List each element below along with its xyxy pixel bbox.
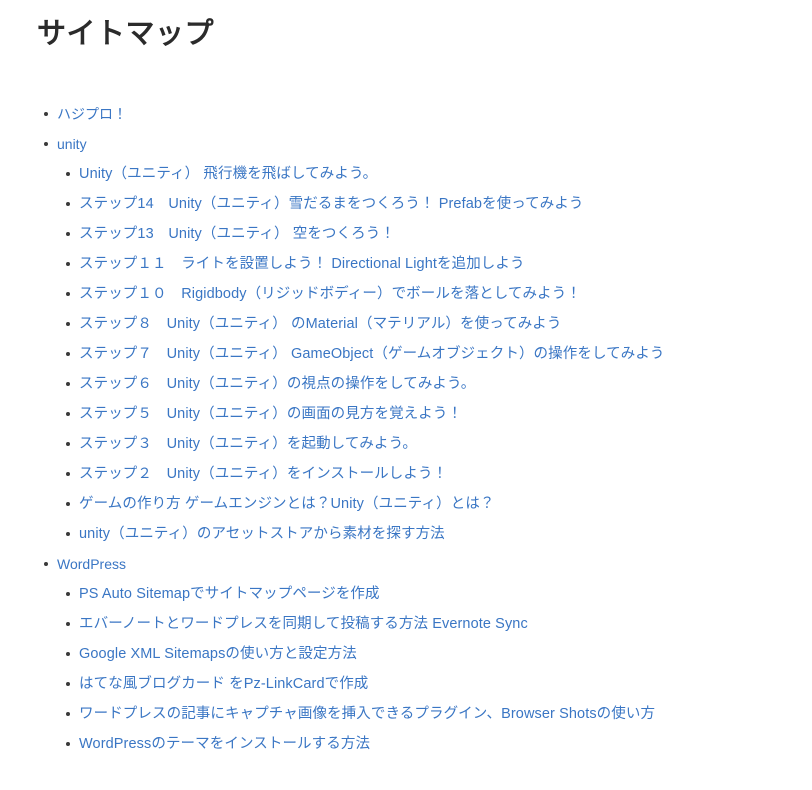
sitemap-link-unity[interactable]: ステップ３ Unity（ユニティ）を起動してみよう。 (79, 429, 417, 459)
sitemap-sub-level-list: Unity（ユニティ） 飛行機を飛ばしてみよう。 ステップ14 Unity（ユニテ… (44, 159, 812, 549)
sitemap-row: PS Auto Sitemapでサイトマップページを作成 (66, 579, 812, 609)
bullet-icon (66, 382, 70, 386)
sitemap-link-unity-material[interactable]: ステップ８ Unity（ユニティ） のMaterial（マテリアル）を使ってみよ… (79, 309, 562, 339)
bullet-icon (66, 472, 70, 476)
sitemap-row: WordPress (44, 549, 812, 579)
sitemap-row: ワードプレスの記事にキャプチャ画像を挿入できるプラグイン、Browser Sho… (66, 699, 812, 729)
sitemap-link-unity[interactable]: ステップ２ Unity（ユニティ）をインストールしよう！ (79, 459, 447, 489)
bullet-icon (66, 532, 70, 536)
sitemap-sub-level-list: PS Auto Sitemapでサイトマップページを作成 エバーノートとワードプレ… (44, 579, 812, 759)
sitemap-link-13-unity[interactable]: ステップ13 Unity（ユニティ） 空をつくろう！ (79, 219, 395, 249)
bullet-icon (66, 322, 70, 326)
bullet-icon (66, 232, 70, 236)
sitemap-row: ステップ３ Unity（ユニティ）を起動してみよう。 (66, 429, 812, 459)
bullet-icon (66, 442, 70, 446)
bullet-icon (66, 412, 70, 416)
sitemap-node: ワードプレスの記事にキャプチャ画像を挿入できるプラグイン、Browser Sho… (66, 699, 812, 729)
sitemap-row: ステップ13 Unity（ユニティ） 空をつくろう！ (66, 219, 812, 249)
sitemap-link-directional-light[interactable]: ステップ１１ ライトを設置しよう！ Directional Lightを追加しよ… (79, 249, 525, 279)
sitemap-link-evernote-sync[interactable]: エバーノートとワードプレスを同期して投稿する方法 Evernote Sync (79, 609, 528, 639)
sitemap-row: WordPressのテーマをインストールする方法 (66, 729, 812, 759)
sitemap-node: ステップ５ Unity（ユニティ）の画面の見方を覚えよう！ (66, 399, 812, 429)
sitemap-row: unity（ユニティ）のアセットストアから素材を探す方法 (66, 519, 812, 549)
sitemap-link-unity-gameobject[interactable]: ステップ７ Unity（ユニティ） GameObject（ゲームオブジェクト）の… (79, 339, 665, 369)
sitemap-link-unity[interactable]: ステップ６ Unity（ユニティ）の視点の操作をしてみよう。 (79, 369, 475, 399)
bullet-icon (66, 202, 70, 206)
sitemap-top-level-list: ハジプロ！ unity Unity（ユニティ） 飛行機を飛ばしてみよう。 ステップ14… (0, 99, 812, 759)
bullet-icon (66, 622, 70, 626)
sitemap-row: ステップ１０ Rigidbody（リジッドボディー）でボールを落としてみよう！ (66, 279, 812, 309)
bullet-icon (66, 292, 70, 296)
sitemap-link-pz-linkcard[interactable]: はてな風ブログカード をPz-LinkCardで作成 (79, 669, 368, 699)
sitemap-row: ステップ７ Unity（ユニティ） GameObject（ゲームオブジェクト）の… (66, 339, 812, 369)
sitemap-link-ps-auto-sitemap[interactable]: PS Auto Sitemapでサイトマップページを作成 (79, 579, 380, 609)
sitemap-row: ステップ５ Unity（ユニティ）の画面の見方を覚えよう！ (66, 399, 812, 429)
bullet-icon (66, 652, 70, 656)
sitemap-link-item[interactable]: ハジプロ！ (57, 99, 127, 129)
bullet-icon (66, 352, 70, 356)
sitemap-node: ゲームの作り方 ゲームエンジンとは？Unity（ユニティ）とは？ (66, 489, 812, 519)
sitemap-link-unity[interactable]: ゲームの作り方 ゲームエンジンとは？Unity（ユニティ）とは？ (79, 489, 495, 519)
sitemap-row: はてな風ブログカード をPz-LinkCardで作成 (66, 669, 812, 699)
sitemap-node: Unity（ユニティ） 飛行機を飛ばしてみよう。 (66, 159, 812, 189)
sitemap-row: ステップ14 Unity（ユニティ）雪だるまをつくろう！ Prefabを使ってみ… (66, 189, 812, 219)
bullet-icon (44, 112, 48, 116)
bullet-icon (66, 262, 70, 266)
sitemap-node: エバーノートとワードプレスを同期して投稿する方法 Evernote Sync (66, 609, 812, 639)
sitemap-node: unity（ユニティ）のアセットストアから素材を探す方法 (66, 519, 812, 549)
sitemap-node: ステップ２ Unity（ユニティ）をインストールしよう！ (66, 459, 812, 489)
sitemap-page: サイトマップ ハジプロ！ unity Unity（ユニティ） 飛行機を飛ばしてみよう… (0, 0, 812, 790)
sitemap-row: エバーノートとワードプレスを同期して投稿する方法 Evernote Sync (66, 609, 812, 639)
sitemap-row: unity (44, 129, 812, 159)
sitemap-link-wordpress[interactable]: WordPress (57, 549, 126, 579)
bullet-icon (44, 562, 48, 566)
bullet-icon (66, 682, 70, 686)
sitemap-link-wordpress[interactable]: WordPressのテーマをインストールする方法 (79, 729, 370, 759)
sitemap-node: ステップ３ Unity（ユニティ）を起動してみよう。 (66, 429, 812, 459)
sitemap-node: ハジプロ！ (44, 99, 812, 129)
sitemap-node: Google XML Sitemapsの使い方と設定方法 (66, 639, 812, 669)
sitemap-link-unity[interactable]: unity (57, 129, 87, 159)
sitemap-row: ステップ１１ ライトを設置しよう！ Directional Lightを追加しよ… (66, 249, 812, 279)
sitemap-link-unity[interactable]: ステップ５ Unity（ユニティ）の画面の見方を覚えよう！ (79, 399, 462, 429)
sitemap-node: ステップ14 Unity（ユニティ）雪だるまをつくろう！ Prefabを使ってみ… (66, 189, 812, 219)
sitemap-node: ステップ７ Unity（ユニティ） GameObject（ゲームオブジェクト）の… (66, 339, 812, 369)
sitemap-link-google-xml-sitemaps[interactable]: Google XML Sitemapsの使い方と設定方法 (79, 639, 357, 669)
bullet-icon (66, 592, 70, 596)
sitemap-row: ステップ６ Unity（ユニティ）の視点の操作をしてみよう。 (66, 369, 812, 399)
sitemap-row: ハジプロ！ (44, 99, 812, 129)
sitemap-link-rigidbody[interactable]: ステップ１０ Rigidbody（リジッドボディー）でボールを落としてみよう！ (79, 279, 581, 309)
bullet-icon (66, 502, 70, 506)
bullet-icon (66, 172, 70, 176)
sitemap-link-unity[interactable]: Unity（ユニティ） 飛行機を飛ばしてみよう。 (79, 159, 377, 189)
page-title: サイトマップ (37, 18, 215, 50)
sitemap-row: Google XML Sitemapsの使い方と設定方法 (66, 639, 812, 669)
sitemap-node: unity Unity（ユニティ） 飛行機を飛ばしてみよう。 ステップ14 Unit… (44, 129, 812, 549)
sitemap-node: ステップ１０ Rigidbody（リジッドボディー）でボールを落としてみよう！ (66, 279, 812, 309)
bullet-icon (44, 142, 48, 146)
sitemap-node: PS Auto Sitemapでサイトマップページを作成 (66, 579, 812, 609)
sitemap-node: ステップ１１ ライトを設置しよう！ Directional Lightを追加しよ… (66, 249, 812, 279)
bullet-icon (66, 742, 70, 746)
sitemap-tree: ハジプロ！ unity Unity（ユニティ） 飛行機を飛ばしてみよう。 ステップ14… (0, 99, 812, 759)
sitemap-row: ステップ８ Unity（ユニティ） のMaterial（マテリアル）を使ってみよ… (66, 309, 812, 339)
sitemap-link-14-unity-prefab[interactable]: ステップ14 Unity（ユニティ）雪だるまをつくろう！ Prefabを使ってみ… (79, 189, 584, 219)
sitemap-link-browser-shots[interactable]: ワードプレスの記事にキャプチャ画像を挿入できるプラグイン、Browser Sho… (79, 699, 655, 729)
sitemap-node: WordPressのテーマをインストールする方法 (66, 729, 812, 759)
sitemap-node: ステップ６ Unity（ユニティ）の視点の操作をしてみよう。 (66, 369, 812, 399)
sitemap-row: ステップ２ Unity（ユニティ）をインストールしよう！ (66, 459, 812, 489)
sitemap-node: ステップ13 Unity（ユニティ） 空をつくろう！ (66, 219, 812, 249)
sitemap-row: ゲームの作り方 ゲームエンジンとは？Unity（ユニティ）とは？ (66, 489, 812, 519)
bullet-icon (66, 712, 70, 716)
sitemap-node: WordPress PS Auto Sitemapでサイトマップページを作成 エバー… (44, 549, 812, 759)
sitemap-link-unity[interactable]: unity（ユニティ）のアセットストアから素材を探す方法 (79, 519, 445, 549)
sitemap-row: Unity（ユニティ） 飛行機を飛ばしてみよう。 (66, 159, 812, 189)
sitemap-node: ステップ８ Unity（ユニティ） のMaterial（マテリアル）を使ってみよ… (66, 309, 812, 339)
sitemap-node: はてな風ブログカード をPz-LinkCardで作成 (66, 669, 812, 699)
